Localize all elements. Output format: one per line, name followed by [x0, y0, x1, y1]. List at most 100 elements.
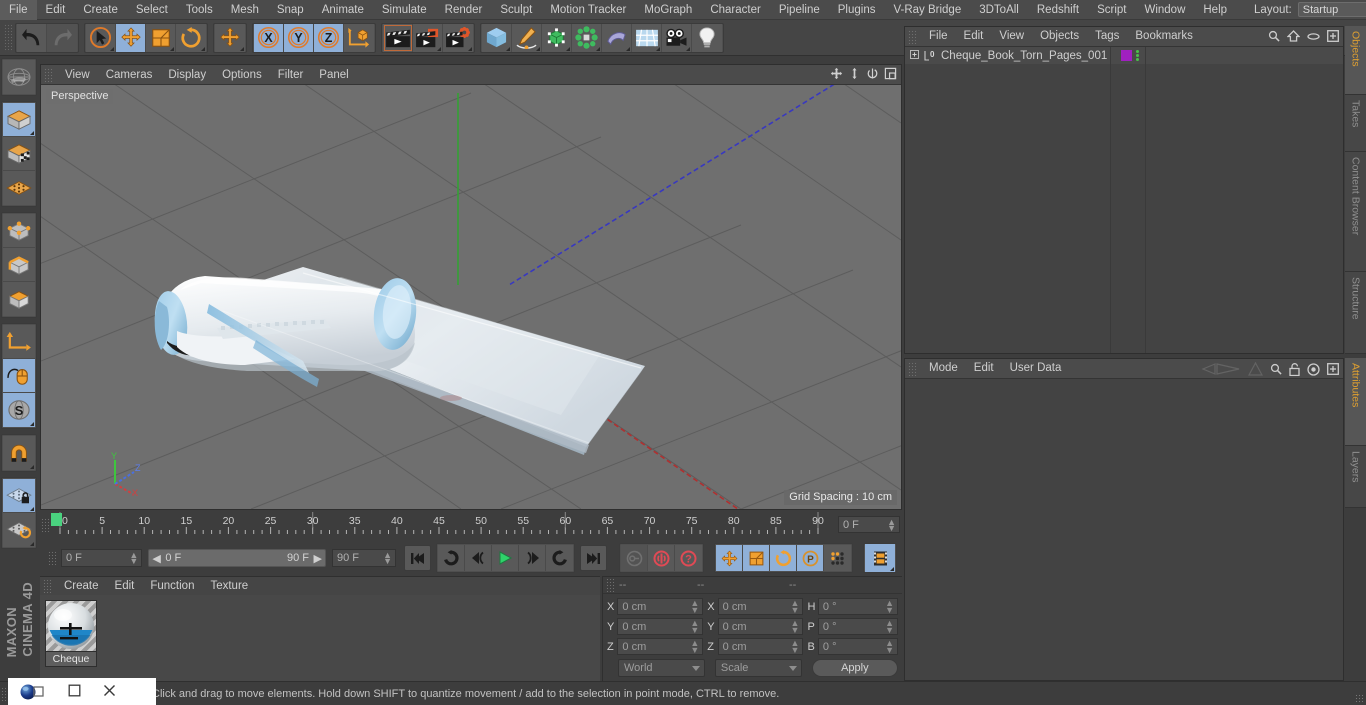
material-grip[interactable] — [43, 579, 52, 593]
object-tag-dots-icon[interactable] — [1136, 50, 1139, 61]
points-mode-button[interactable] — [3, 214, 35, 248]
menu-window[interactable]: Window — [1135, 0, 1194, 20]
viewport-menu-view[interactable]: View — [57, 66, 98, 84]
viewport-menu-cameras[interactable]: Cameras — [98, 66, 161, 84]
layout-select[interactable]: Startup — [1297, 2, 1366, 17]
preview-range-right-arrow[interactable]: ▶ — [314, 552, 322, 565]
add-panel-icon[interactable] — [1327, 363, 1339, 378]
menu-render[interactable]: Render — [436, 0, 492, 20]
menu-pipeline[interactable]: Pipeline — [770, 0, 829, 20]
spinner-icon[interactable]: ▲ ▼ — [887, 518, 896, 533]
object-manager-grip[interactable] — [908, 29, 917, 44]
menu-sculpt[interactable]: Sculpt — [491, 0, 541, 20]
record-scale-button[interactable] — [743, 545, 770, 571]
spinner-icon[interactable]: ▲ ▼ — [885, 619, 894, 635]
spinner-icon[interactable]: ▲ ▼ — [690, 599, 699, 615]
ellipse-icon[interactable] — [1307, 32, 1320, 44]
loop-reverse-button[interactable] — [438, 545, 465, 571]
add-camera-button[interactable] — [662, 23, 692, 52]
spinner-icon[interactable]: ▲ ▼ — [791, 599, 800, 615]
viewport-maximize-icon[interactable] — [884, 67, 897, 83]
menu-script[interactable]: Script — [1088, 0, 1135, 20]
coordinates-grip[interactable] — [606, 578, 615, 592]
right-tab-objects[interactable]: Objects — [1345, 26, 1366, 96]
lock-y-button[interactable]: Y — [284, 23, 314, 52]
spinner-icon[interactable]: ▲ ▼ — [885, 639, 894, 655]
spinner-icon[interactable]: ▲ ▼ — [791, 619, 800, 635]
menu-snap[interactable]: Snap — [268, 0, 313, 20]
attribute-content[interactable] — [905, 379, 1343, 680]
rot-p-field[interactable]: 0 ° ▲ ▼ — [817, 618, 899, 635]
rot-h-field[interactable]: 0 ° ▲ ▼ — [817, 598, 899, 615]
object-menu-tags[interactable]: Tags — [1087, 27, 1127, 46]
move-button[interactable] — [116, 23, 146, 52]
menu-v-ray-bridge[interactable]: V-Ray Bridge — [884, 0, 970, 20]
viewport-menu-display[interactable]: Display — [160, 66, 214, 84]
keyframe-selection-button[interactable]: ? — [675, 545, 702, 571]
object-menu-view[interactable]: View — [991, 27, 1032, 46]
material-list[interactable]: Cheque — [40, 595, 600, 682]
record-param-button[interactable]: P — [797, 545, 824, 571]
record-position-button[interactable] — [716, 545, 743, 571]
menu-edit[interactable]: Edit — [37, 0, 75, 20]
timeline-ruler[interactable]: 0 5 10 15 20 25 30 35 40 45 50 55 60 65 70 75 80 85 90 — [50, 512, 840, 542]
render-region-button[interactable] — [413, 23, 443, 52]
menu-tools[interactable]: Tools — [177, 0, 222, 20]
toolbar-grip[interactable] — [4, 23, 12, 52]
render-settings-button[interactable] — [443, 23, 473, 52]
model-mode-button[interactable] — [3, 103, 35, 137]
loop-forward-button[interactable] — [546, 545, 573, 571]
size-y-field[interactable]: 0 cm ▲ ▼ — [717, 618, 804, 635]
max-frame-field[interactable]: 90 F ▲ ▼ — [332, 549, 396, 567]
add-array-button[interactable] — [572, 23, 602, 52]
target-icon[interactable] — [1307, 362, 1320, 379]
spinner-icon[interactable]: ▲ ▼ — [129, 551, 138, 566]
right-tab-attributes[interactable]: Attributes — [1345, 358, 1366, 446]
soft-selection-button[interactable]: S — [3, 393, 35, 427]
live-selection-button[interactable] — [86, 23, 116, 52]
menu-animate[interactable]: Animate — [313, 0, 373, 20]
window-close-icon[interactable] — [103, 684, 116, 700]
material-item[interactable]: Cheque — [45, 600, 97, 667]
move-world-button[interactable] — [215, 23, 245, 52]
spinner-icon[interactable]: ▲ ▼ — [690, 619, 699, 635]
right-tab-takes[interactable]: Takes — [1345, 95, 1366, 152]
scale-button[interactable] — [146, 23, 176, 52]
record-keyframe-button[interactable] — [621, 545, 648, 571]
spinner-icon[interactable]: ▲ ▼ — [690, 639, 699, 655]
add-panel-icon[interactable] — [1327, 30, 1339, 45]
world-object-coord-button[interactable] — [344, 23, 374, 52]
pos-x-field[interactable]: 0 cm ▲ ▼ — [617, 598, 704, 615]
object-menu-bookmarks[interactable]: Bookmarks — [1127, 27, 1201, 46]
menu-mograph[interactable]: MoGraph — [635, 0, 701, 20]
lock-x-button[interactable]: X — [254, 23, 284, 52]
nav-back-icon[interactable] — [1201, 362, 1241, 379]
spinner-icon[interactable]: ▲ ▼ — [885, 599, 894, 615]
pos-y-field[interactable]: 0 cm ▲ ▼ — [617, 618, 704, 635]
material-menu-texture[interactable]: Texture — [202, 577, 256, 595]
object-menu-objects[interactable]: Objects — [1032, 27, 1087, 46]
polygons-mode-button[interactable] — [3, 282, 35, 316]
viewport-pan-icon[interactable] — [830, 67, 843, 83]
animbar-grip[interactable] — [48, 551, 57, 565]
menu-file[interactable]: File — [0, 0, 37, 20]
viewport-rotate-icon[interactable] — [866, 67, 879, 83]
record-rotation-button[interactable] — [770, 545, 797, 571]
viewport-canvas[interactable] — [41, 85, 901, 509]
expand-plus-icon[interactable] — [909, 49, 920, 63]
go-to-end-button[interactable] — [580, 545, 607, 571]
add-light-button[interactable] — [692, 23, 722, 52]
rot-b-field[interactable]: 0 ° ▲ ▼ — [817, 638, 899, 655]
step-back-button[interactable] — [465, 545, 492, 571]
right-tab-content-browser[interactable]: Content Browser — [1345, 151, 1366, 272]
lock-workplane-button[interactable] — [3, 479, 35, 513]
enable-axis-button[interactable] — [3, 359, 35, 393]
menu-help[interactable]: Help — [1194, 0, 1236, 20]
right-tab-structure[interactable]: Structure — [1345, 272, 1366, 354]
edges-mode-button[interactable] — [3, 248, 35, 282]
material-menu-function[interactable]: Function — [142, 577, 202, 595]
add-environment-button[interactable] — [632, 23, 662, 52]
undo-view-button[interactable] — [3, 60, 35, 94]
texture-mode-button[interactable] — [3, 137, 35, 171]
undo-button[interactable] — [17, 23, 47, 52]
